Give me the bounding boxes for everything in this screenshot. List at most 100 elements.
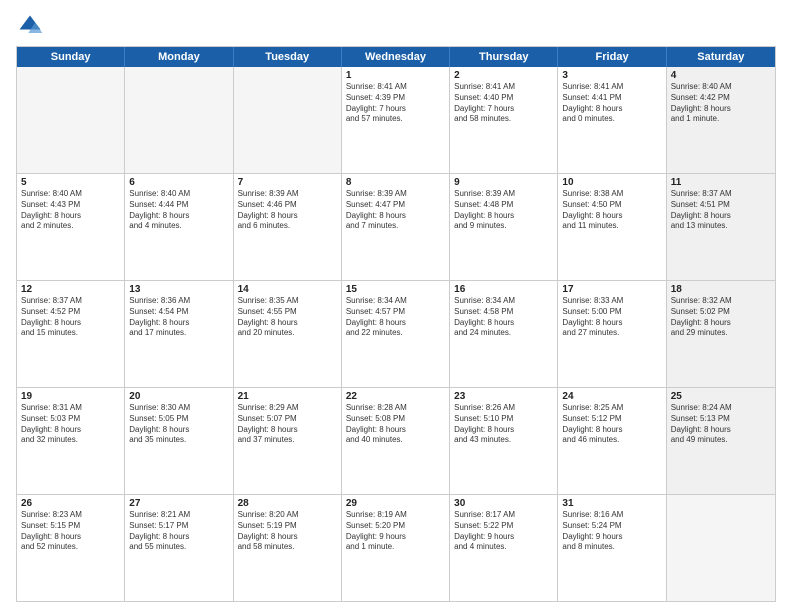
weekday-header: Tuesday bbox=[234, 47, 342, 67]
calendar-cell: 21Sunrise: 8:29 AM Sunset: 5:07 PM Dayli… bbox=[234, 388, 342, 494]
calendar-cell: 9Sunrise: 8:39 AM Sunset: 4:48 PM Daylig… bbox=[450, 174, 558, 280]
day-number: 5 bbox=[21, 177, 120, 188]
logo-icon bbox=[16, 12, 44, 40]
cell-text: Sunrise: 8:21 AM Sunset: 5:17 PM Dayligh… bbox=[129, 510, 228, 553]
weekday-header: Saturday bbox=[667, 47, 775, 67]
day-number: 10 bbox=[562, 177, 661, 188]
cell-text: Sunrise: 8:19 AM Sunset: 5:20 PM Dayligh… bbox=[346, 510, 445, 553]
cell-text: Sunrise: 8:26 AM Sunset: 5:10 PM Dayligh… bbox=[454, 403, 553, 446]
cell-text: Sunrise: 8:41 AM Sunset: 4:39 PM Dayligh… bbox=[346, 82, 445, 125]
weekday-header: Thursday bbox=[450, 47, 558, 67]
cell-text: Sunrise: 8:36 AM Sunset: 4:54 PM Dayligh… bbox=[129, 296, 228, 339]
day-number: 24 bbox=[562, 391, 661, 402]
day-number: 19 bbox=[21, 391, 120, 402]
cell-text: Sunrise: 8:40 AM Sunset: 4:44 PM Dayligh… bbox=[129, 189, 228, 232]
calendar-cell: 22Sunrise: 8:28 AM Sunset: 5:08 PM Dayli… bbox=[342, 388, 450, 494]
day-number: 27 bbox=[129, 498, 228, 509]
day-number: 17 bbox=[562, 284, 661, 295]
cell-text: Sunrise: 8:37 AM Sunset: 4:51 PM Dayligh… bbox=[671, 189, 771, 232]
calendar-cell: 19Sunrise: 8:31 AM Sunset: 5:03 PM Dayli… bbox=[17, 388, 125, 494]
cell-text: Sunrise: 8:38 AM Sunset: 4:50 PM Dayligh… bbox=[562, 189, 661, 232]
calendar-cell: 30Sunrise: 8:17 AM Sunset: 5:22 PM Dayli… bbox=[450, 495, 558, 601]
weekday-header: Monday bbox=[125, 47, 233, 67]
calendar-row: 12Sunrise: 8:37 AM Sunset: 4:52 PM Dayli… bbox=[17, 280, 775, 387]
cell-text: Sunrise: 8:33 AM Sunset: 5:00 PM Dayligh… bbox=[562, 296, 661, 339]
calendar-cell: 18Sunrise: 8:32 AM Sunset: 5:02 PM Dayli… bbox=[667, 281, 775, 387]
cell-text: Sunrise: 8:40 AM Sunset: 4:43 PM Dayligh… bbox=[21, 189, 120, 232]
calendar-row: 26Sunrise: 8:23 AM Sunset: 5:15 PM Dayli… bbox=[17, 494, 775, 601]
day-number: 2 bbox=[454, 70, 553, 81]
calendar-header: SundayMondayTuesdayWednesdayThursdayFrid… bbox=[17, 47, 775, 67]
cell-text: Sunrise: 8:23 AM Sunset: 5:15 PM Dayligh… bbox=[21, 510, 120, 553]
cell-text: Sunrise: 8:17 AM Sunset: 5:22 PM Dayligh… bbox=[454, 510, 553, 553]
calendar-cell: 20Sunrise: 8:30 AM Sunset: 5:05 PM Dayli… bbox=[125, 388, 233, 494]
calendar-cell: 29Sunrise: 8:19 AM Sunset: 5:20 PM Dayli… bbox=[342, 495, 450, 601]
day-number: 28 bbox=[238, 498, 337, 509]
day-number: 9 bbox=[454, 177, 553, 188]
cell-text: Sunrise: 8:20 AM Sunset: 5:19 PM Dayligh… bbox=[238, 510, 337, 553]
weekday-header: Sunday bbox=[17, 47, 125, 67]
calendar-cell: 4Sunrise: 8:40 AM Sunset: 4:42 PM Daylig… bbox=[667, 67, 775, 173]
day-number: 7 bbox=[238, 177, 337, 188]
calendar-cell: 7Sunrise: 8:39 AM Sunset: 4:46 PM Daylig… bbox=[234, 174, 342, 280]
calendar-row: 5Sunrise: 8:40 AM Sunset: 4:43 PM Daylig… bbox=[17, 173, 775, 280]
calendar-cell: 13Sunrise: 8:36 AM Sunset: 4:54 PM Dayli… bbox=[125, 281, 233, 387]
cell-text: Sunrise: 8:25 AM Sunset: 5:12 PM Dayligh… bbox=[562, 403, 661, 446]
calendar: SundayMondayTuesdayWednesdayThursdayFrid… bbox=[16, 46, 776, 602]
day-number: 21 bbox=[238, 391, 337, 402]
calendar-cell: 16Sunrise: 8:34 AM Sunset: 4:58 PM Dayli… bbox=[450, 281, 558, 387]
cell-text: Sunrise: 8:24 AM Sunset: 5:13 PM Dayligh… bbox=[671, 403, 771, 446]
day-number: 1 bbox=[346, 70, 445, 81]
cell-text: Sunrise: 8:35 AM Sunset: 4:55 PM Dayligh… bbox=[238, 296, 337, 339]
cell-text: Sunrise: 8:41 AM Sunset: 4:40 PM Dayligh… bbox=[454, 82, 553, 125]
day-number: 16 bbox=[454, 284, 553, 295]
calendar-cell: 11Sunrise: 8:37 AM Sunset: 4:51 PM Dayli… bbox=[667, 174, 775, 280]
day-number: 8 bbox=[346, 177, 445, 188]
cell-text: Sunrise: 8:32 AM Sunset: 5:02 PM Dayligh… bbox=[671, 296, 771, 339]
day-number: 18 bbox=[671, 284, 771, 295]
calendar-cell: 31Sunrise: 8:16 AM Sunset: 5:24 PM Dayli… bbox=[558, 495, 666, 601]
logo bbox=[16, 12, 48, 40]
cell-text: Sunrise: 8:28 AM Sunset: 5:08 PM Dayligh… bbox=[346, 403, 445, 446]
day-number: 14 bbox=[238, 284, 337, 295]
calendar-cell: 17Sunrise: 8:33 AM Sunset: 5:00 PM Dayli… bbox=[558, 281, 666, 387]
cell-text: Sunrise: 8:34 AM Sunset: 4:58 PM Dayligh… bbox=[454, 296, 553, 339]
calendar-cell bbox=[234, 67, 342, 173]
day-number: 25 bbox=[671, 391, 771, 402]
calendar-row: 19Sunrise: 8:31 AM Sunset: 5:03 PM Dayli… bbox=[17, 387, 775, 494]
day-number: 6 bbox=[129, 177, 228, 188]
calendar-cell: 24Sunrise: 8:25 AM Sunset: 5:12 PM Dayli… bbox=[558, 388, 666, 494]
weekday-header: Friday bbox=[558, 47, 666, 67]
calendar-cell: 1Sunrise: 8:41 AM Sunset: 4:39 PM Daylig… bbox=[342, 67, 450, 173]
cell-text: Sunrise: 8:39 AM Sunset: 4:48 PM Dayligh… bbox=[454, 189, 553, 232]
day-number: 4 bbox=[671, 70, 771, 81]
day-number: 30 bbox=[454, 498, 553, 509]
cell-text: Sunrise: 8:37 AM Sunset: 4:52 PM Dayligh… bbox=[21, 296, 120, 339]
calendar-cell: 2Sunrise: 8:41 AM Sunset: 4:40 PM Daylig… bbox=[450, 67, 558, 173]
day-number: 15 bbox=[346, 284, 445, 295]
calendar-body: 1Sunrise: 8:41 AM Sunset: 4:39 PM Daylig… bbox=[17, 67, 775, 601]
calendar-cell: 8Sunrise: 8:39 AM Sunset: 4:47 PM Daylig… bbox=[342, 174, 450, 280]
calendar-cell: 10Sunrise: 8:38 AM Sunset: 4:50 PM Dayli… bbox=[558, 174, 666, 280]
calendar-cell: 3Sunrise: 8:41 AM Sunset: 4:41 PM Daylig… bbox=[558, 67, 666, 173]
day-number: 12 bbox=[21, 284, 120, 295]
weekday-header: Wednesday bbox=[342, 47, 450, 67]
cell-text: Sunrise: 8:34 AM Sunset: 4:57 PM Dayligh… bbox=[346, 296, 445, 339]
calendar-row: 1Sunrise: 8:41 AM Sunset: 4:39 PM Daylig… bbox=[17, 67, 775, 173]
day-number: 20 bbox=[129, 391, 228, 402]
calendar-cell: 6Sunrise: 8:40 AM Sunset: 4:44 PM Daylig… bbox=[125, 174, 233, 280]
day-number: 11 bbox=[671, 177, 771, 188]
cell-text: Sunrise: 8:16 AM Sunset: 5:24 PM Dayligh… bbox=[562, 510, 661, 553]
calendar-cell: 12Sunrise: 8:37 AM Sunset: 4:52 PM Dayli… bbox=[17, 281, 125, 387]
calendar-cell: 25Sunrise: 8:24 AM Sunset: 5:13 PM Dayli… bbox=[667, 388, 775, 494]
day-number: 26 bbox=[21, 498, 120, 509]
calendar-cell: 14Sunrise: 8:35 AM Sunset: 4:55 PM Dayli… bbox=[234, 281, 342, 387]
cell-text: Sunrise: 8:40 AM Sunset: 4:42 PM Dayligh… bbox=[671, 82, 771, 125]
calendar-cell bbox=[17, 67, 125, 173]
cell-text: Sunrise: 8:30 AM Sunset: 5:05 PM Dayligh… bbox=[129, 403, 228, 446]
cell-text: Sunrise: 8:31 AM Sunset: 5:03 PM Dayligh… bbox=[21, 403, 120, 446]
calendar-cell: 5Sunrise: 8:40 AM Sunset: 4:43 PM Daylig… bbox=[17, 174, 125, 280]
cell-text: Sunrise: 8:39 AM Sunset: 4:46 PM Dayligh… bbox=[238, 189, 337, 232]
calendar-cell bbox=[667, 495, 775, 601]
calendar-cell: 15Sunrise: 8:34 AM Sunset: 4:57 PM Dayli… bbox=[342, 281, 450, 387]
